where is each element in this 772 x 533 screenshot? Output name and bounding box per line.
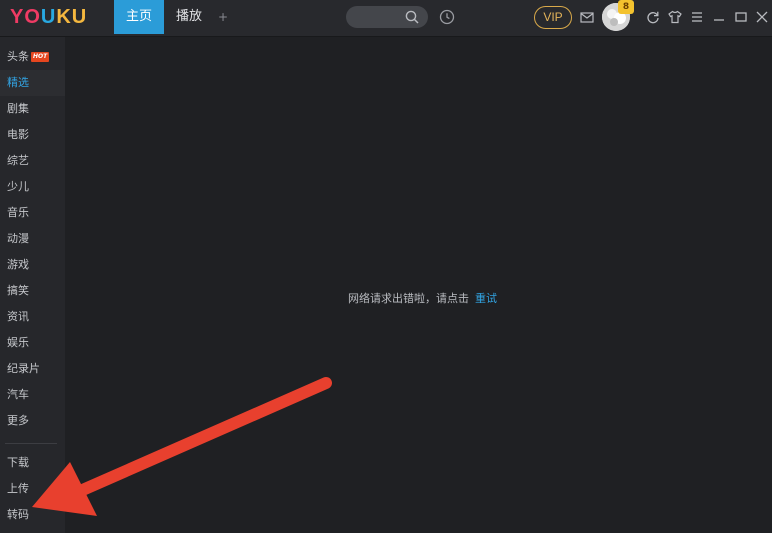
sidebar-item-upload[interactable]: 上传 xyxy=(0,476,65,502)
tab-play[interactable]: 播放 xyxy=(166,0,212,34)
sidebar-item-jilupian[interactable]: 纪录片 xyxy=(0,356,65,382)
sidebar-item-yule[interactable]: 娱乐 xyxy=(0,330,65,356)
sidebar-item-shaoer[interactable]: 少儿 xyxy=(0,174,65,200)
tab-home[interactable]: 主页 xyxy=(114,0,164,34)
logo-part-1: YO xyxy=(10,6,41,28)
hot-badge: HOT xyxy=(31,52,50,62)
title-bar: YOUKU 主页 播放 + VIP 8 xyxy=(0,0,772,37)
search-box[interactable] xyxy=(346,6,428,28)
annotation-arrow xyxy=(32,377,332,516)
sidebar-item-youxi[interactable]: 游戏 xyxy=(0,252,65,278)
sidebar-item-transcode[interactable]: 转码 xyxy=(0,502,65,528)
sidebar-item-yinyue[interactable]: 音乐 xyxy=(0,200,65,226)
sidebar: 头条 HOT 精选 剧集 电影 综艺 少儿 音乐 动漫 游戏 搞笑 资讯 娱乐 纪… xyxy=(0,37,65,533)
logo-part-3: KU xyxy=(56,6,88,28)
search-icon[interactable] xyxy=(404,9,420,25)
sidebar-item-gengduo[interactable]: 更多 xyxy=(0,408,65,434)
sidebar-item-jingxuan[interactable]: 精选 xyxy=(0,70,65,96)
sidebar-item-download[interactable]: 下载 xyxy=(0,450,65,476)
mail-icon[interactable] xyxy=(579,9,595,25)
sidebar-item-zongyi[interactable]: 综艺 xyxy=(0,148,65,174)
sidebar-item-zixun[interactable]: 资讯 xyxy=(0,304,65,330)
sidebar-item-label: 头条 xyxy=(7,50,29,63)
logo-part-2: U xyxy=(40,6,57,28)
youku-logo[interactable]: YOUKU xyxy=(10,6,87,29)
maximize-icon[interactable] xyxy=(733,9,749,25)
minimize-icon[interactable] xyxy=(711,9,727,25)
network-error-message: 网络请求出错啦，请点击 重试 xyxy=(348,290,497,306)
menu-icon[interactable] xyxy=(689,9,705,25)
close-icon[interactable] xyxy=(754,9,770,25)
sidebar-item-toutiao[interactable]: 头条 HOT xyxy=(0,44,65,70)
add-tab-button[interactable]: + xyxy=(216,0,230,34)
sidebar-item-qiche[interactable]: 汽车 xyxy=(0,382,65,408)
skin-shirt-icon[interactable] xyxy=(667,9,683,25)
sidebar-divider xyxy=(5,443,57,444)
retry-link[interactable]: 重试 xyxy=(475,292,497,305)
sidebar-item-dongman[interactable]: 动漫 xyxy=(0,226,65,252)
refresh-icon[interactable] xyxy=(645,9,661,25)
error-text: 网络请求出错啦，请点击 xyxy=(348,292,469,305)
sidebar-item-juji[interactable]: 剧集 xyxy=(0,96,65,122)
vip-button[interactable]: VIP xyxy=(534,6,572,29)
vip-level-badge: 8 xyxy=(618,0,634,14)
sidebar-item-dianying[interactable]: 电影 xyxy=(0,122,65,148)
history-clock-icon[interactable] xyxy=(438,8,456,26)
sidebar-item-gaoxiao[interactable]: 搞笑 xyxy=(0,278,65,304)
